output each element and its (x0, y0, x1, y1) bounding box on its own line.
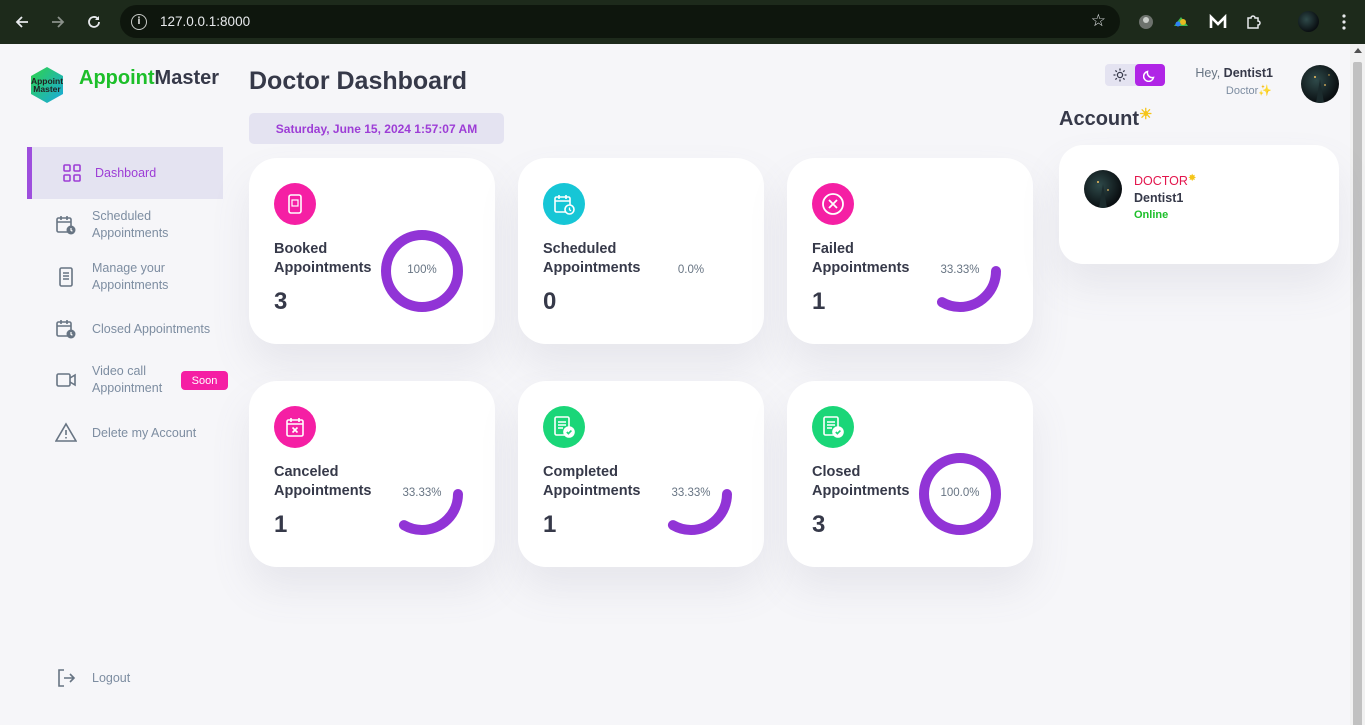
scroll-up-arrow-icon[interactable] (1354, 48, 1362, 53)
phone-icon (274, 183, 316, 225)
stat-card-failed: Failed Appointments 1 33.33% (787, 158, 1033, 344)
stat-label: Closed Appointments (812, 464, 910, 499)
logout-icon (55, 667, 77, 689)
logout-button[interactable]: Logout (27, 666, 223, 690)
stat-value: 1 (812, 288, 826, 315)
account-status: Online (1134, 209, 1169, 221)
checklist-icon (543, 406, 585, 448)
account-name: Dentist1 (1134, 191, 1184, 205)
scrollbar-thumb[interactable] (1353, 62, 1362, 725)
greeting: Hey, Dentist1 (1195, 66, 1273, 80)
bookmark-star-icon[interactable]: ☆ (1091, 11, 1106, 31)
back-icon[interactable] (10, 10, 34, 34)
stat-value: 3 (812, 511, 826, 538)
account-title: Account☀ (1059, 106, 1153, 130)
m-extension-icon[interactable] (1207, 11, 1229, 33)
app-logo: Appoint Master (28, 66, 66, 104)
sidebar-item-scheduled-appointments[interactable]: Scheduled Appointments (27, 208, 223, 242)
address-bar[interactable]: i 127.0.0.1:8000 ☆ (120, 5, 1120, 38)
reload-icon[interactable] (82, 10, 106, 34)
stat-percent: 33.33% (940, 264, 980, 276)
stat-card-canceled: Canceled Appointments 1 33.33% (249, 381, 495, 567)
account-role: DOCTOR✸ (1134, 173, 1197, 188)
calendar-clock-icon (55, 318, 77, 340)
sidebar-item-delete-account[interactable]: Delete my Account (27, 421, 223, 445)
account-card: DOCTOR✸ Dentist1 Online (1059, 145, 1339, 264)
page-scrollbar[interactable] (1350, 44, 1365, 725)
close-circle-icon (812, 183, 854, 225)
soon-badge: Soon (181, 371, 228, 390)
url-text[interactable]: 127.0.0.1:8000 (160, 14, 250, 29)
stat-percent: 100% (407, 264, 437, 276)
sidebar-item-label: Manage your Appointments (92, 261, 169, 292)
stat-label: Completed Appointments (543, 464, 641, 499)
sparkle-icon: ✨ (1258, 85, 1272, 97)
logout-label: Logout (92, 670, 131, 685)
header-username: Dentist1 (1223, 66, 1273, 80)
calendar-clock-icon (543, 183, 585, 225)
grid-icon (61, 162, 83, 184)
stat-percent: 33.33% (402, 487, 442, 499)
sidebar-item-label: Closed Appointments (92, 321, 211, 336)
sidebar-item-label: Delete my Account (92, 425, 197, 440)
sidebar-item-closed-appointments[interactable]: Closed Appointments (27, 317, 223, 341)
sun-emoji-icon: ☀ (1139, 106, 1153, 123)
stat-label: Canceled Appointments (274, 464, 372, 499)
stat-card-closed: Closed Appointments 3 100.0% (787, 381, 1033, 567)
stat-label: Booked Appointments (274, 241, 372, 276)
checklist-icon (812, 406, 854, 448)
calendar-x-icon (274, 406, 316, 448)
page-title: Doctor Dashboard (249, 67, 468, 95)
stat-card-booked: Booked Appointments 3 100% (249, 158, 495, 344)
stat-value: 1 (543, 511, 557, 538)
warning-icon (55, 422, 77, 444)
sidebar-item-label: Video call Appointment (92, 364, 163, 395)
stat-percent: 33.33% (671, 487, 711, 499)
stat-card-scheduled: Scheduled Appointments 0 0.0% (518, 158, 764, 344)
header-role: Doctor✨ (1225, 85, 1272, 97)
extensions-puzzle-icon[interactable] (1243, 11, 1265, 33)
date-display: Saturday, June 15, 2024 1:57:07 AM (249, 113, 504, 144)
sidebar-item-label: Scheduled Appointments (92, 209, 169, 240)
calendar-clock-icon (55, 214, 77, 236)
menu-kebab-icon[interactable] (1333, 11, 1355, 33)
stat-label: Scheduled Appointments (543, 241, 641, 276)
logo-text-2: Master (33, 84, 61, 94)
stat-label: Failed Appointments (812, 241, 910, 276)
sparkle-icon: ✸ (1187, 173, 1197, 184)
browser-profile-avatar[interactable] (1298, 11, 1319, 32)
stat-card-completed: Completed Appointments 1 33.33% (518, 381, 764, 567)
account-avatar (1084, 170, 1122, 208)
profile-extension-icon[interactable] (1135, 11, 1157, 33)
stat-percent: 0.0% (677, 264, 705, 276)
forward-icon[interactable] (46, 10, 70, 34)
video-icon (55, 369, 77, 391)
color-extension-icon[interactable] (1170, 11, 1192, 33)
stat-percent: 100.0% (940, 487, 980, 499)
brand-name[interactable]: AppointMaster (79, 67, 219, 90)
stat-value: 1 (274, 511, 288, 538)
sun-icon[interactable] (1105, 64, 1135, 86)
user-avatar[interactable] (1301, 65, 1339, 103)
stat-value: 3 (274, 288, 288, 315)
sidebar-item-manage-appointments[interactable]: Manage your Appointments (27, 260, 223, 294)
site-info-icon[interactable]: i (131, 13, 147, 30)
stat-value: 0 (543, 288, 557, 315)
sidebar-item-dashboard[interactable]: Dashboard (27, 147, 223, 199)
sidebar-item-label: Dashboard (95, 165, 157, 180)
document-icon (55, 266, 77, 288)
browser-toolbar: i 127.0.0.1:8000 ☆ (0, 0, 1365, 44)
